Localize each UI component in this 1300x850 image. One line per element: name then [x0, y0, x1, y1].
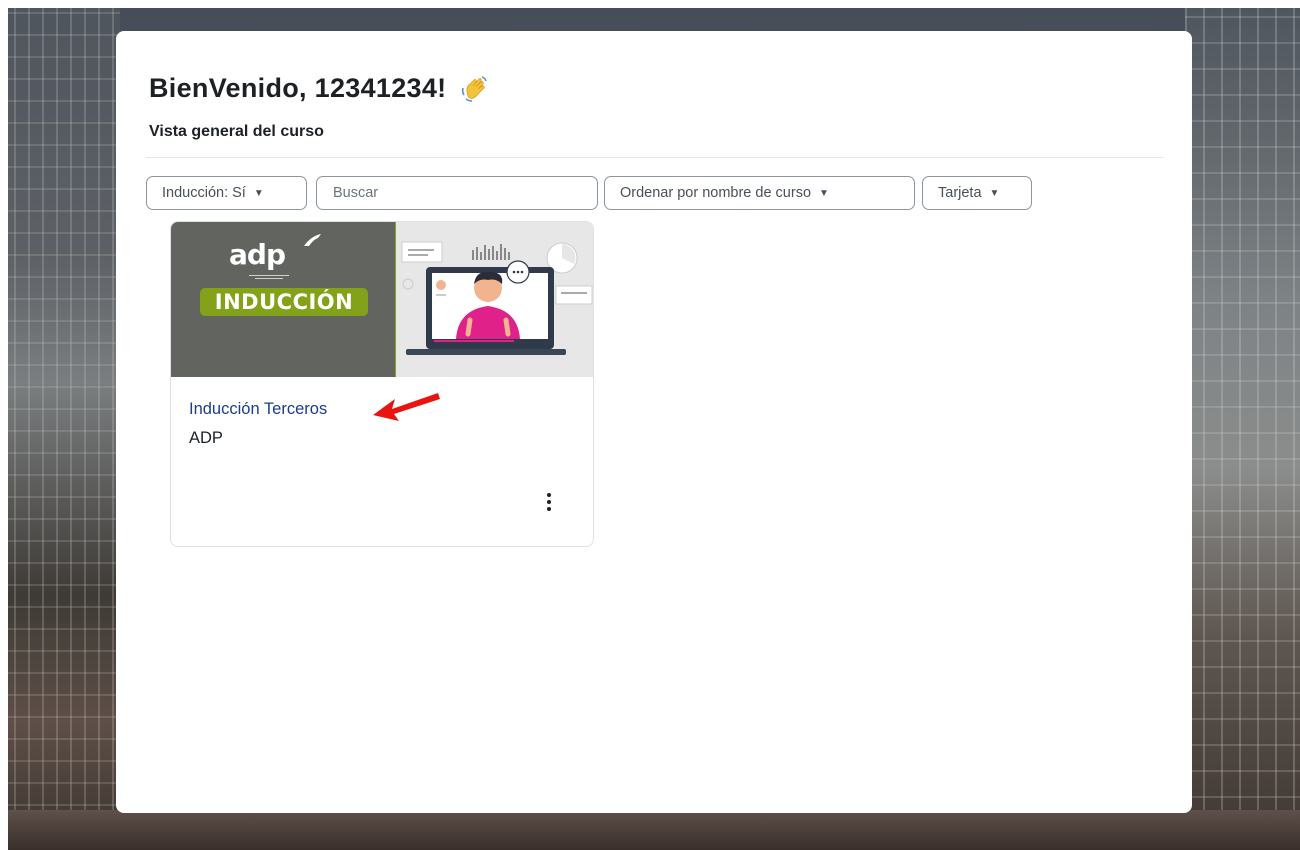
red-arrow-annotation-icon [373, 393, 440, 421]
course-overview-title: Vista general del curso [149, 123, 324, 140]
left-edge [0, 0, 8, 850]
adp-logo: adp [229, 238, 286, 271]
background-photo-bottom [0, 810, 1300, 850]
background-photo-right [1185, 0, 1300, 850]
waving-hand-icon [460, 74, 490, 104]
logo-tagline [249, 275, 289, 279]
logo-swoosh-icon [304, 234, 321, 246]
induction-badge: INDUCCIÓN [200, 288, 368, 316]
view-dropdown-label: Tarjeta [938, 185, 982, 201]
course-category: ADP [189, 429, 223, 447]
kebab-menu-icon[interactable] [537, 488, 561, 516]
course-image-illustration [395, 222, 593, 377]
course-image[interactable]: adp INDUCCIÓN [171, 222, 593, 377]
welcome-heading: BienVenido, 12341234! [149, 73, 490, 104]
view-dropdown[interactable]: Tarjeta ▼ [922, 176, 1032, 210]
grouping-dropdown-label: Inducción: Sí [162, 185, 246, 201]
welcome-title: BienVenido, 12341234! [149, 73, 447, 103]
chevron-down-icon: ▼ [819, 187, 829, 199]
course-filters: Inducción: Sí ▼ Buscar Ordenar por nombr… [146, 176, 1146, 210]
top-edge [0, 0, 1300, 8]
sort-dropdown[interactable]: Ordenar por nombre de curso ▼ [604, 176, 915, 210]
chevron-down-icon: ▼ [253, 187, 264, 199]
dashboard-panel: BienVenido, 12341234! Vista general del … [116, 31, 1192, 813]
course-name-link[interactable]: Inducción Terceros [189, 400, 327, 419]
sort-dropdown-label: Ordenar por nombre de curso [620, 185, 812, 201]
background-photo-left [0, 0, 120, 850]
search-placeholder: Buscar [333, 185, 379, 201]
search-input[interactable]: Buscar [316, 176, 598, 210]
divider [146, 157, 1164, 158]
chevron-down-icon: ▼ [989, 187, 1000, 199]
course-card: adp INDUCCIÓN Inducción Terceros ADP [170, 221, 594, 547]
grouping-dropdown[interactable]: Inducción: Sí ▼ [146, 176, 307, 210]
course-image-left: adp INDUCCIÓN [171, 222, 395, 377]
